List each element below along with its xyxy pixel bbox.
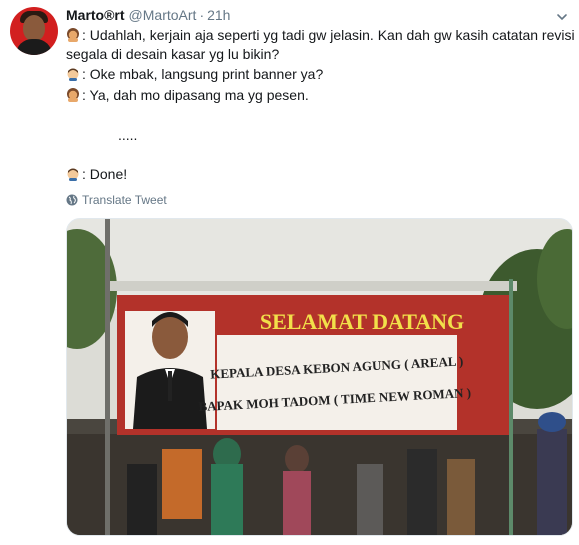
tweet-text-line: : Done! — [82, 166, 128, 182]
woman-emoji-icon — [67, 88, 79, 102]
avatar[interactable] — [10, 7, 58, 55]
tweet-text-line: : Oke mbak, langsung print banner ya? — [82, 66, 324, 82]
tweet-line-6: : Done! — [66, 165, 127, 184]
display-name[interactable]: Marto®rt — [66, 7, 125, 23]
avatar-face — [23, 15, 45, 41]
globe-icon — [66, 194, 78, 206]
banner-photo-svg: SELAMAT DATANG KEPALA DESA KEBON AGUNG (… — [67, 219, 572, 535]
translate-tweet-link[interactable]: Translate Tweet — [66, 193, 167, 207]
tweet-header: Marto®rt @MartoArt · 21h — [66, 7, 230, 25]
tweet-photo[interactable]: SELAMAT DATANG KEPALA DESA KEBON AGUNG (… — [66, 218, 573, 536]
translate-label[interactable]: Translate Tweet — [82, 193, 167, 207]
man-emoji-icon — [67, 68, 79, 81]
tweet-line-4: : Ya, dah mo dipasang ma yg pesen. — [66, 86, 309, 105]
user-handle[interactable]: @MartoArt — [129, 7, 197, 23]
tweet: Marto®rt @MartoArt · 21h : Udahlah, kerj… — [0, 0, 579, 545]
tweet-line-1: : Udahlah, kerjain aja seperti yg tadi g… — [66, 26, 575, 45]
tweet-text-line: : Ya, dah mo dipasang ma yg pesen. — [82, 87, 309, 103]
separator-dot: · — [199, 7, 205, 23]
woman-emoji-icon — [67, 28, 79, 42]
tweet-line-2: segala di desain kasar yg lu bikin? — [66, 45, 279, 64]
chevron-down-icon[interactable] — [556, 11, 568, 23]
man-emoji-icon — [67, 168, 79, 181]
tweet-line-3: : Oke mbak, langsung print banner ya? — [66, 65, 323, 84]
tweet-text-line: ..... — [118, 127, 138, 143]
tweet-text-line: segala di desain kasar yg lu bikin? — [66, 46, 280, 62]
tweet-timestamp[interactable]: 21h — [207, 7, 230, 23]
tweet-line-5: ..... — [118, 126, 137, 145]
banner-headline: SELAMAT DATANG — [260, 309, 464, 334]
avatar-shirt — [16, 39, 52, 55]
tweet-text-line: : Udahlah, kerjain aja seperti yg tadi g… — [82, 27, 575, 43]
